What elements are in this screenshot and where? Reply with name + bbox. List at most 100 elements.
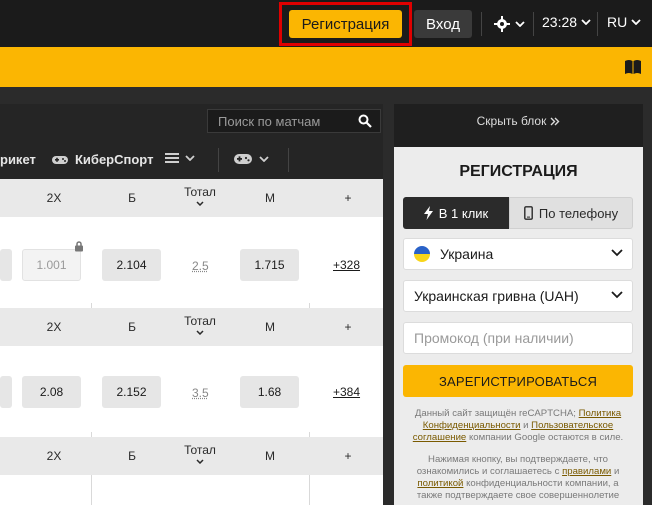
register-button[interactable]: Регистрация — [289, 10, 402, 38]
double-chevron-right-icon — [550, 117, 560, 125]
chevron-down-icon — [196, 330, 204, 335]
divider — [481, 12, 482, 36]
divider — [597, 12, 598, 36]
divider — [288, 148, 289, 172]
header-m: М — [265, 320, 275, 334]
header-total[interactable]: Тотал — [180, 185, 220, 206]
tab-one-click-label: В 1 клик — [438, 205, 489, 221]
header-total[interactable]: Тотал — [180, 443, 220, 464]
chevron-down-icon — [185, 155, 195, 161]
book-icon[interactable] — [624, 59, 642, 75]
search-placeholder: Поиск по матчам — [218, 113, 321, 129]
chevron-down-icon — [196, 459, 204, 464]
consent-notice: Нажимая кнопку, вы подтверждаете, что оз… — [406, 454, 630, 502]
hide-block-label: Скрыть блок — [476, 114, 547, 128]
chevron-down-icon — [631, 19, 641, 25]
table-header: 2X Б Тотал М + — [0, 437, 383, 475]
odds-cell-m[interactable]: 1.715 — [240, 249, 299, 281]
more-markets-link[interactable]: +328 — [333, 258, 360, 272]
recaptcha-text: Данный сайт защищён reCAPTCHA; — [414, 408, 576, 419]
login-button[interactable]: Вход — [414, 10, 472, 38]
header-b: Б — [128, 191, 136, 205]
search-input[interactable]: Поиск по матчам — [207, 109, 381, 133]
tab-one-click[interactable]: В 1 клик — [403, 197, 509, 229]
header-total[interactable]: Тотал — [180, 314, 220, 335]
divider — [533, 12, 534, 36]
tab-by-phone[interactable]: По телефону — [509, 197, 633, 229]
registration-title: РЕГИСТРАЦИЯ — [459, 163, 578, 180]
language-code: RU — [607, 14, 628, 30]
odds-cell-2x[interactable]: 1.001 — [22, 249, 81, 281]
odds-cell[interactable] — [0, 376, 12, 408]
sport-tabs: рикет КиберСпорт — [0, 142, 383, 178]
header-b: Б — [128, 320, 136, 334]
recaptcha-notice: Данный сайт защищён reCAPTCHA; Политика … — [406, 408, 630, 444]
register-submit-button[interactable]: ЗАРЕГИСТРИРОВАТЬСЯ — [403, 365, 633, 397]
header-2x: 2X — [46, 191, 62, 205]
country-select[interactable]: Украина — [403, 238, 633, 270]
header-total-label: Тотал — [184, 443, 216, 457]
policy-link[interactable]: политикой — [417, 478, 463, 489]
table-header: 2X Б Тотал М + — [0, 179, 383, 217]
chevron-down-icon — [611, 291, 623, 299]
header-2x: 2X — [46, 320, 62, 334]
gamepad-icon — [234, 154, 252, 164]
header-2x: 2X — [46, 449, 62, 463]
phone-icon — [523, 206, 533, 220]
table-header: 2X Б Тотал М + — [0, 308, 383, 346]
search-icon[interactable] — [358, 114, 372, 128]
header-m: М — [265, 191, 275, 205]
promo-code-input[interactable]: Промокод (при наличии) — [403, 322, 633, 354]
table-row: 2.08 2.152 3.5 1.68 +384 — [0, 346, 383, 432]
currency-select[interactable]: Украинская гривна (UAH) — [403, 280, 633, 312]
language-dropdown[interactable]: RU — [607, 14, 641, 30]
more-sports-dropdown[interactable] — [165, 152, 195, 164]
sport-tab-label: рикет — [0, 152, 36, 167]
sport-tab-esports[interactable]: КиберСпорт — [51, 152, 153, 167]
clock-dropdown[interactable]: 23:28 — [542, 14, 591, 30]
header-total-label: Тотал — [184, 185, 216, 199]
rules-link[interactable]: правилами — [562, 466, 611, 477]
divider — [218, 148, 219, 172]
odds-cell-b[interactable]: 2.152 — [102, 376, 161, 408]
table-row: 1.001 2.104 2.5 1.715 +328 — [0, 217, 383, 303]
promo-code-placeholder: Промокод (при наличии) — [414, 330, 574, 346]
gamepad-icon — [52, 155, 68, 164]
country-value: Украина — [440, 246, 494, 262]
currency-value: Украинская гривна (UAH) — [414, 288, 579, 304]
gear-icon — [494, 16, 510, 32]
chevron-down-icon — [259, 156, 269, 162]
settings-dropdown[interactable] — [492, 13, 532, 35]
chevron-down-icon — [581, 19, 591, 25]
header-b: Б — [128, 449, 136, 463]
total-value: 2.5 — [192, 259, 209, 273]
lightning-icon — [423, 206, 433, 220]
more-markets-link[interactable]: +384 — [333, 385, 360, 399]
odds-cell[interactable] — [0, 249, 12, 281]
recaptcha-text: и — [523, 420, 529, 431]
hide-block-button[interactable]: Скрыть блок — [394, 108, 643, 134]
header-total-label: Тотал — [184, 314, 216, 328]
sport-tab-cricket[interactable]: рикет — [0, 152, 36, 167]
odds-table: 2X Б Тотал М + 1.001 2.104 2.5 1.715 +32… — [0, 179, 383, 505]
odds-cell-m[interactable]: 1.68 — [240, 376, 299, 408]
sport-tab-label: КиберСпорт — [75, 152, 154, 167]
header-m: М — [265, 449, 275, 463]
recaptcha-text: компании Google остаются в силе. — [468, 432, 624, 443]
odds-cell-b[interactable]: 2.104 — [102, 249, 161, 281]
ukraine-flag-icon — [414, 246, 430, 262]
consent-text: и — [613, 466, 620, 477]
header-plus: + — [344, 191, 352, 205]
games-dropdown[interactable] — [233, 152, 269, 166]
chevron-down-icon — [611, 249, 623, 257]
clock-time: 23:28 — [542, 14, 578, 30]
header-plus: + — [344, 449, 352, 463]
list-icon — [165, 153, 179, 163]
yellow-nav-bar — [0, 47, 652, 87]
lock-icon — [75, 241, 83, 252]
registration-form: РЕГИСТРАЦИЯ В 1 клик По телефону Украина… — [394, 147, 643, 505]
odds-cell-2x[interactable]: 2.08 — [22, 376, 81, 408]
tab-by-phone-label: По телефону — [538, 205, 619, 221]
header-plus: + — [344, 320, 352, 334]
chevron-down-icon — [196, 201, 204, 206]
